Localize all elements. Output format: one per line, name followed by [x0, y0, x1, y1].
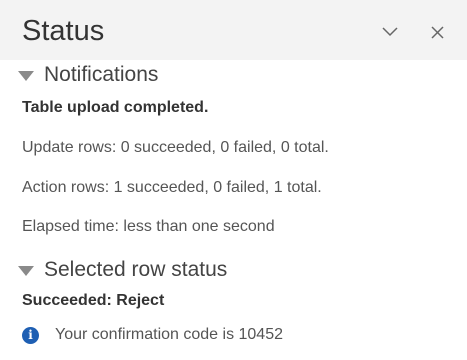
- collapse-triangle-icon: [18, 71, 34, 81]
- status-pane: Status Notifications Table upload comple…: [0, 0, 467, 360]
- notifications-label: Notifications: [44, 63, 159, 86]
- notifications-toggle[interactable]: Notifications: [18, 63, 158, 87]
- selected-row-status-label: Selected row status: [44, 258, 228, 281]
- close-button[interactable]: [423, 18, 451, 46]
- confirmation-text: Your confirmation code is 10452: [55, 326, 283, 343]
- minimize-button[interactable]: [376, 18, 404, 46]
- action-rows-text: Action rows: 1 succeeded, 0 failed, 1 to…: [22, 179, 322, 196]
- selected-row-status-toggle[interactable]: Selected row status: [18, 258, 227, 282]
- collapse-triangle-icon: [18, 266, 34, 276]
- elapsed-time-text: Elapsed time: less than one second: [22, 218, 275, 235]
- confirmation-message: i Your confirmation code is 10452: [22, 326, 283, 344]
- update-rows-text: Update rows: 0 succeeded, 0 failed, 0 to…: [22, 139, 329, 156]
- pane-title: Status: [22, 15, 105, 47]
- chevron-down-icon: [382, 27, 398, 37]
- upload-status-heading: Table upload completed.: [22, 99, 209, 116]
- close-icon: [430, 25, 444, 39]
- row-result-heading: Succeeded: Reject: [22, 292, 165, 309]
- pane-header: Status: [0, 0, 467, 60]
- info-icon: i: [22, 326, 39, 344]
